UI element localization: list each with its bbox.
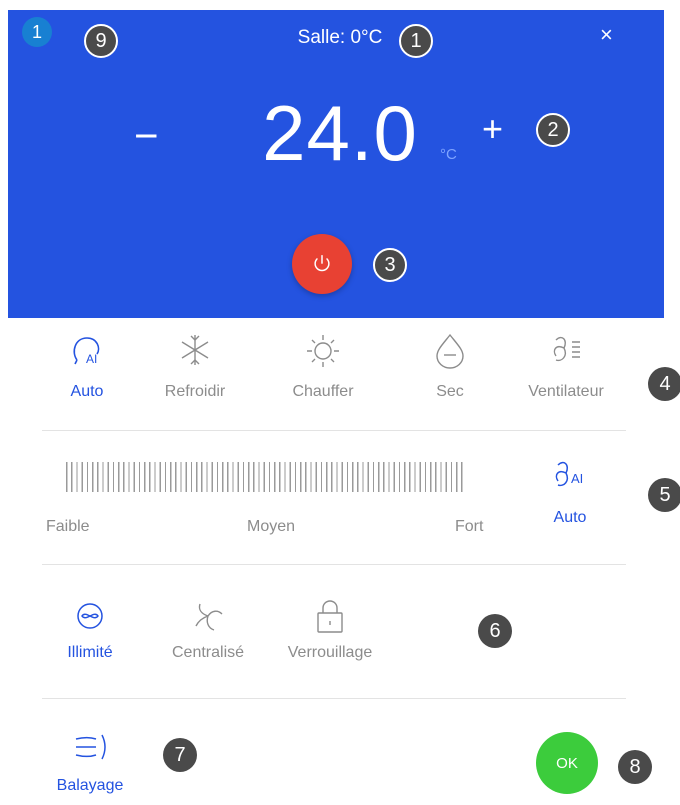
mode-label: Sec [436,383,464,400]
swing-label: Balayage [56,777,124,794]
increase-temp-button[interactable]: + [482,108,503,150]
function-verrouillage[interactable]: Verrouillage [268,596,392,662]
annotation-badge-1: 1 [399,24,433,58]
fan-icon [553,336,580,362]
divider [42,564,626,565]
function-illimite[interactable]: Illimité [40,596,140,662]
fan-speed-low-label: Faible [46,518,90,535]
svg-text:AI: AI [571,471,583,486]
svg-text:AI: AI [86,352,97,366]
function-label: Verrouillage [287,644,373,661]
swing-icon [75,734,106,760]
fan-auto-label: Auto [553,509,587,526]
mode-refroidir[interactable]: Refroidir [140,330,250,401]
close-icon[interactable]: × [600,22,613,48]
auto-ai-icon: AI [73,337,100,366]
annotation-badge-4: 4 [648,367,680,401]
unlimited-icon [77,603,103,629]
target-temperature: 24.0 [262,89,418,177]
room-title: Salle: 0°C [297,27,383,48]
mode-label: Refroidir [164,383,226,400]
annotation-badge-6: 6 [478,614,512,648]
swing-button[interactable]: Balayage [52,727,128,795]
lock-icon [317,600,343,633]
temperature-unit: °C [440,146,457,163]
fan-speed-medium-label: Moyen [247,518,296,535]
snowflake-icon [181,335,209,365]
power-icon [314,255,330,272]
fan-speed-high-label: Fort [455,518,484,535]
mode-auto[interactable]: AI Auto [32,330,142,401]
annotation-badge-7: 7 [163,738,197,772]
annotation-badge-8: 8 [618,750,652,784]
mode-label: Auto [70,383,104,400]
function-label: Illimité [67,644,113,661]
divider [42,430,626,431]
annotation-badge-2: 2 [536,113,570,147]
function-label: Centralisé [171,644,245,661]
divider [42,698,626,699]
annotation-badge-3: 3 [373,248,407,282]
mode-label: Ventilateur [528,383,604,400]
sun-icon [307,335,339,367]
fan-speed-slider[interactable] [66,462,464,492]
ok-button[interactable]: OK [536,732,598,794]
mode-label: Chauffer [292,383,354,400]
fan-auto-button[interactable]: AI Auto [540,455,600,527]
droplet-icon [436,333,464,369]
mode-ventilateur[interactable]: Ventilateur [508,330,624,401]
power-button[interactable] [292,234,352,294]
centralized-icon [195,603,223,631]
function-centralise[interactable]: Centralisé [156,596,260,662]
mode-chauffer[interactable]: Chauffer [268,330,378,401]
mode-sec[interactable]: Sec [395,330,505,401]
annotation-badge-5: 5 [648,478,680,512]
fan-ai-icon: AI [555,461,583,487]
